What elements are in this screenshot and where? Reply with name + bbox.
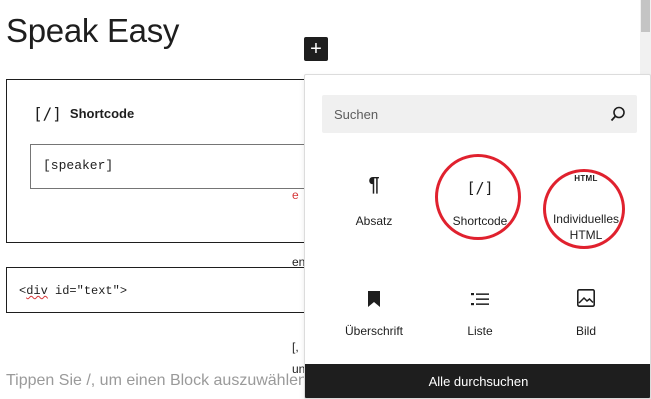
bookmark-icon <box>319 277 429 307</box>
page-title[interactable]: Speak Easy <box>6 12 179 50</box>
block-item-bild[interactable]: Bild <box>531 277 641 339</box>
block-item-liste[interactable]: Liste <box>425 277 535 339</box>
html-code-tag: div <box>26 284 48 298</box>
browse-all-button[interactable]: Alle durchsuchen <box>305 364 650 398</box>
search-placeholder: Suchen <box>334 107 379 122</box>
block-search-input[interactable]: Suchen <box>322 95 637 133</box>
image-icon <box>531 277 641 307</box>
block-inserter-popover: Suchen ¶ Absatz [/] Shortcode HTML Indiv… <box>304 74 651 399</box>
block-item-label: Bild <box>575 324 596 338</box>
block-item-label: Liste <box>467 324 493 338</box>
custom-html-block[interactable]: <div id="text"> <box>6 267 306 313</box>
add-block-button[interactable]: + <box>304 37 328 61</box>
plus-icon: + <box>310 38 322 60</box>
shortcode-block[interactable]: [/] Shortcode [speaker] <box>6 79 307 243</box>
block-item-label: Absatz <box>355 214 393 228</box>
shortcode-icon: [/] <box>466 179 494 197</box>
html-icon: HTML <box>574 174 598 183</box>
shortcode-block-label: Shortcode <box>69 106 135 121</box>
hidden-text-fragment: [, <box>292 340 299 354</box>
block-item-label: Shortcode <box>452 214 508 228</box>
shortcode-icon: [/] <box>33 104 62 123</box>
block-item-label: Individuelles HTML <box>552 212 620 242</box>
hidden-text-fragment: e <box>292 188 299 202</box>
block-item-custom-html[interactable]: HTML Individuelles HTML <box>531 167 641 243</box>
paragraph-icon: ¶ <box>368 174 380 196</box>
search-icon[interactable] <box>609 105 627 123</box>
block-item-ueberschrift[interactable]: Überschrift <box>319 277 429 339</box>
scrollbar-thumb[interactable] <box>641 0 650 32</box>
block-placeholder[interactable]: Tippen Sie /, um einen Block auszuwählen <box>6 372 307 390</box>
shortcode-block-header: [/] Shortcode <box>33 104 134 123</box>
block-item-absatz[interactable]: ¶ Absatz <box>319 167 429 229</box>
html-code-rest: id="text"> <box>47 284 128 298</box>
block-item-label: Überschrift <box>344 324 403 338</box>
block-item-shortcode[interactable]: [/] Shortcode <box>425 167 535 229</box>
shortcode-input[interactable]: [speaker] <box>30 144 307 189</box>
list-icon <box>425 277 535 307</box>
